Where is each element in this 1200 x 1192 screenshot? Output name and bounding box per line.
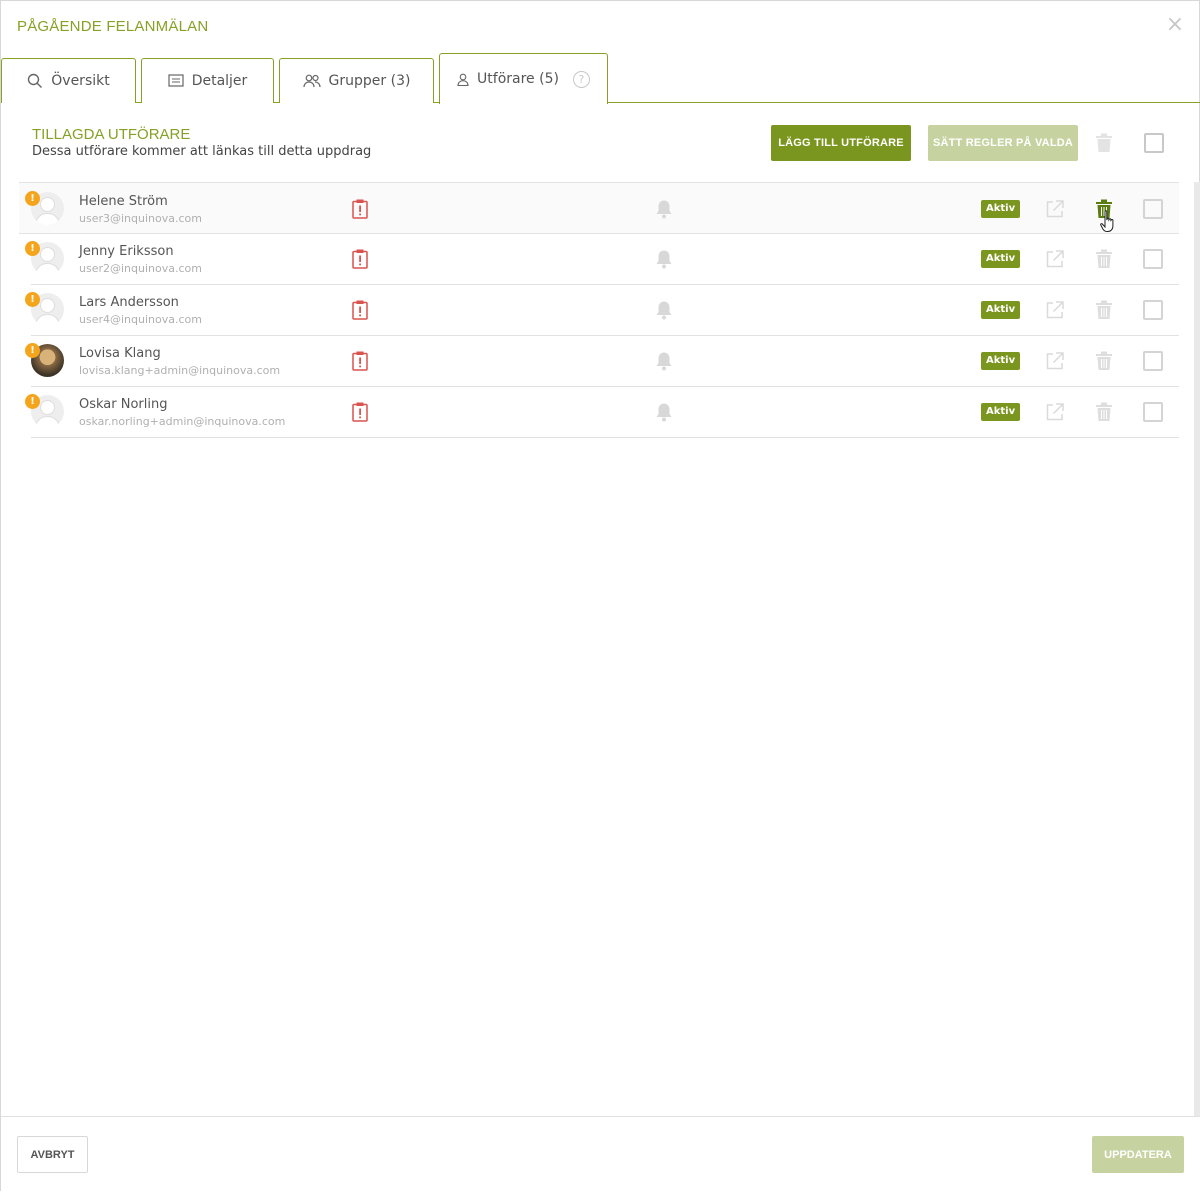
performer-list: ! Helene Ström user3@inquinova.com Aktiv…: [19, 182, 1179, 438]
row-checkbox[interactable]: [1143, 300, 1163, 320]
tab-detaljer[interactable]: Detaljer: [141, 58, 274, 103]
bell-icon[interactable]: [655, 300, 673, 320]
bell-icon[interactable]: [655, 402, 673, 422]
warning-icon: !: [25, 191, 40, 206]
list-item: ! Oskar Norling oskar.norling+admin@inqu…: [25, 387, 1179, 438]
list-item: ! Lars Andersson user4@inquinova.com Akt…: [25, 285, 1179, 336]
external-link-icon[interactable]: [1045, 300, 1065, 320]
performer-email: lovisa.klang+admin@inquinova.com: [79, 364, 281, 377]
warning-icon: !: [25, 343, 40, 358]
status-badge: Aktiv: [981, 403, 1021, 421]
trash-icon[interactable]: [1095, 351, 1113, 371]
dialog-title: PÅGÅENDE FELANMÄLAN: [17, 18, 209, 35]
performer-email: oskar.norling+admin@inquinova.com: [79, 415, 286, 428]
bell-icon[interactable]: [655, 199, 673, 219]
section-title: TILLAGDA UTFÖRARE: [32, 126, 191, 143]
performer-name: Helene Ström: [79, 194, 168, 209]
warning-icon: !: [25, 241, 40, 256]
set-rules-button[interactable]: SÄTT REGLER PÅ VALDA: [928, 125, 1078, 161]
warning-icon: !: [25, 292, 40, 307]
trash-icon[interactable]: [1095, 300, 1113, 320]
user-icon: [457, 73, 469, 86]
status-badge: Aktiv: [981, 352, 1021, 370]
cancel-button[interactable]: AVBRYT: [17, 1136, 88, 1173]
performer-name: Lovisa Klang: [79, 346, 161, 361]
warning-icon: !: [25, 394, 40, 409]
group-icon: [302, 74, 321, 88]
trash-icon[interactable]: [1095, 402, 1113, 422]
list-item: ! Jenny Eriksson user2@inquinova.com Akt…: [25, 234, 1179, 285]
row-checkbox[interactable]: [1143, 249, 1163, 269]
tab-label: Grupper (3): [328, 73, 411, 89]
tab-bar: Översikt Detaljer Grupper (3) Utförare (…: [1, 53, 1200, 104]
select-all-checkbox[interactable]: [1144, 133, 1164, 153]
close-icon[interactable]: ×: [1165, 14, 1185, 36]
row-checkbox[interactable]: [1143, 199, 1163, 219]
tab-label: Utförare (5): [477, 71, 559, 87]
external-link-icon[interactable]: [1045, 249, 1065, 269]
help-icon[interactable]: ?: [572, 70, 590, 88]
bell-icon[interactable]: [655, 249, 673, 269]
dialog: PÅGÅENDE FELANMÄLAN × Översikt Detaljer …: [0, 0, 1200, 1192]
clipboard-alert-icon[interactable]: [352, 351, 368, 371]
tab-label: Översikt: [51, 73, 110, 89]
clipboard-alert-icon[interactable]: [352, 300, 368, 320]
details-icon: [168, 74, 184, 87]
performer-name: Jenny Eriksson: [79, 244, 174, 259]
external-link-icon[interactable]: [1045, 351, 1065, 371]
bell-icon[interactable]: [655, 351, 673, 371]
performer-name: Oskar Norling: [79, 397, 168, 412]
external-link-icon[interactable]: [1045, 199, 1065, 219]
tab-oversikt[interactable]: Översikt: [1, 58, 136, 103]
performer-email: user4@inquinova.com: [79, 313, 202, 326]
clipboard-alert-icon[interactable]: [352, 249, 368, 269]
performer-email: user3@inquinova.com: [79, 212, 202, 225]
tab-label: Detaljer: [191, 73, 248, 89]
list-item: ! Helene Ström user3@inquinova.com Aktiv: [19, 182, 1179, 234]
trash-icon[interactable]: [1095, 133, 1113, 153]
scrollbar[interactable]: [1194, 182, 1200, 1117]
performer-email: user2@inquinova.com: [79, 262, 202, 275]
dialog-footer: AVBRYT UPPDATERA: [1, 1116, 1200, 1192]
tab-utforare[interactable]: Utförare (5) ?: [439, 53, 608, 104]
status-badge: Aktiv: [981, 200, 1021, 218]
add-performer-button[interactable]: LÄGG TILL UTFÖRARE: [771, 125, 911, 161]
row-checkbox[interactable]: [1143, 402, 1163, 422]
trash-icon[interactable]: [1095, 249, 1113, 269]
tab-grupper[interactable]: Grupper (3): [279, 58, 434, 103]
status-badge: Aktiv: [981, 250, 1021, 268]
performer-name: Lars Andersson: [79, 295, 179, 310]
clipboard-alert-icon[interactable]: [352, 199, 368, 219]
update-button[interactable]: UPPDATERA: [1092, 1136, 1184, 1173]
hand-cursor-icon: [1100, 210, 1114, 232]
list-item: ! Lovisa Klang lovisa.klang+admin@inquin…: [25, 336, 1179, 387]
external-link-icon[interactable]: [1045, 402, 1065, 422]
status-badge: Aktiv: [981, 301, 1021, 319]
clipboard-alert-icon[interactable]: [352, 402, 368, 422]
search-icon: [28, 73, 43, 88]
section-subtitle: Dessa utförare kommer att länkas till de…: [32, 144, 372, 159]
row-checkbox[interactable]: [1143, 351, 1163, 371]
